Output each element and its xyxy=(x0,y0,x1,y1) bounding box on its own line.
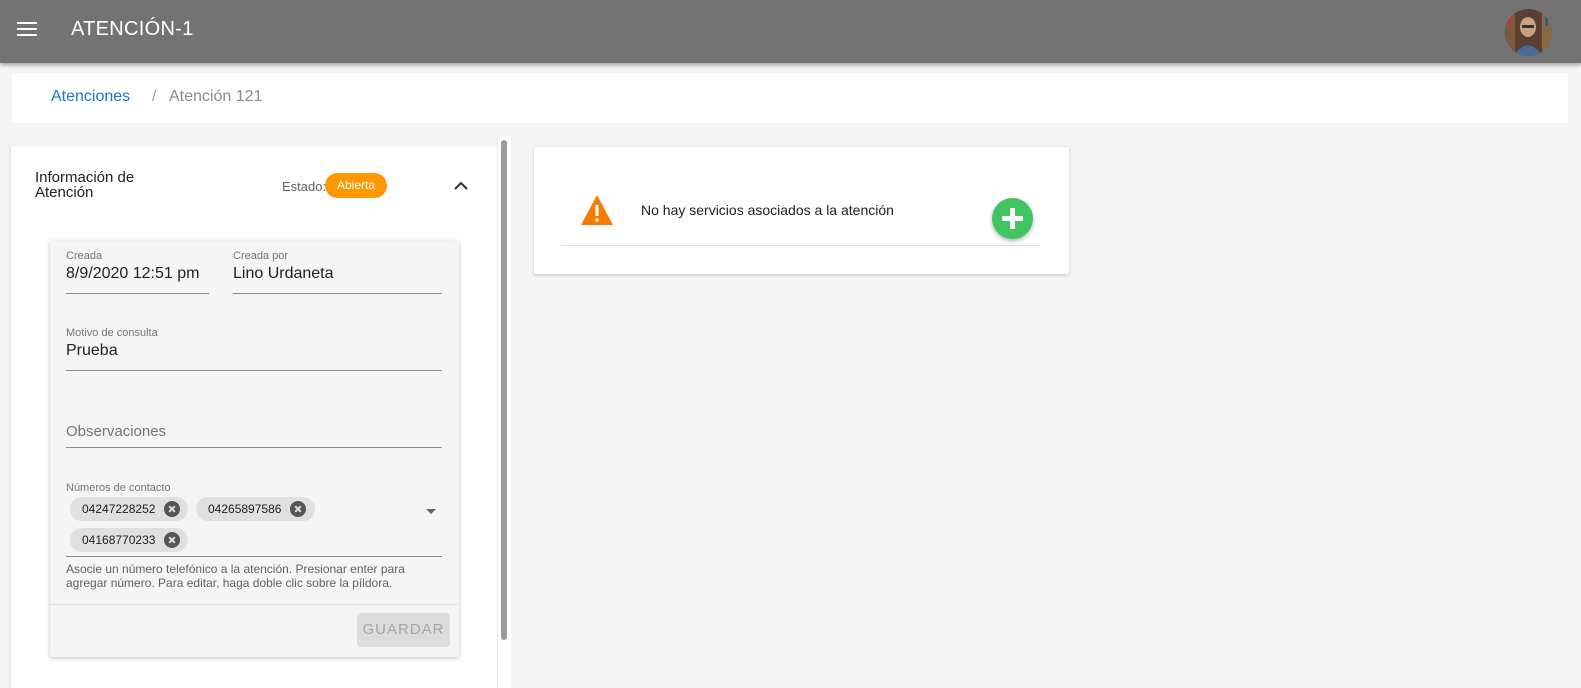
form-divider xyxy=(50,604,459,605)
user-avatar[interactable] xyxy=(1505,9,1552,56)
observations-underline xyxy=(66,447,442,448)
phone-chip[interactable]: 04168770233 xyxy=(70,528,188,552)
phone-chip[interactable]: 04247228252 xyxy=(70,497,188,521)
remove-chip-icon[interactable] xyxy=(290,501,306,517)
services-divider xyxy=(561,245,1040,246)
contact-numbers-hint: Asocie un número telefónico a la atenció… xyxy=(66,562,405,590)
status-badge: Abierta xyxy=(325,173,388,198)
app-title: ATENCIÓN-1 xyxy=(71,18,194,40)
warning-icon xyxy=(581,195,613,225)
status-label: Estado: xyxy=(282,179,327,194)
breadcrumb-link-atenciones[interactable]: Atenciones xyxy=(51,88,130,106)
dropdown-arrow-icon[interactable] xyxy=(426,509,436,514)
menu-icon[interactable] xyxy=(17,22,37,38)
phone-chip-label: 04168770233 xyxy=(82,533,156,547)
contact-numbers-underline xyxy=(66,556,442,557)
observations-field[interactable] xyxy=(66,420,442,442)
save-button[interactable]: GUARDAR xyxy=(357,613,450,647)
reason-field[interactable]: Prueba xyxy=(66,342,118,360)
breadcrumb-current: Atención 121 xyxy=(169,88,263,105)
phone-chip-label: 04247228252 xyxy=(82,502,156,516)
created-by-underline xyxy=(233,293,442,294)
add-service-button[interactable] xyxy=(992,198,1033,239)
created-by-value: Lino Urdaneta xyxy=(233,265,334,282)
no-services-message: No hay servicios asociados a la atención xyxy=(641,202,894,218)
chevron-up-icon[interactable] xyxy=(453,179,469,191)
reason-label: Motivo de consulta xyxy=(66,327,158,339)
attention-form: Creada 8/9/2020 12:51 pm Creada por Lino… xyxy=(50,241,459,657)
app-bar: ATENCIÓN-1 xyxy=(0,0,1581,63)
created-label: Creada xyxy=(66,250,103,262)
contact-numbers-label: Números de contacto xyxy=(66,482,171,494)
created-value: 8/9/2020 12:51 pm xyxy=(66,265,200,282)
phone-chip-label: 04265897586 xyxy=(208,502,282,516)
attention-info-panel: Información de Atención Estado: Abierta … xyxy=(11,146,497,688)
scrollbar-thumb[interactable] xyxy=(501,140,507,640)
phone-chip[interactable]: 04265897586 xyxy=(196,497,315,521)
remove-chip-icon[interactable] xyxy=(164,532,180,548)
reason-underline xyxy=(66,370,442,371)
remove-chip-icon[interactable] xyxy=(164,501,180,517)
created-by-label: Creada por xyxy=(233,250,289,262)
breadcrumb-separator: / xyxy=(152,88,157,105)
created-underline xyxy=(66,293,209,294)
services-card: No hay servicios asociados a la atención xyxy=(534,147,1069,274)
panel-title: Información de Atención xyxy=(35,169,135,201)
breadcrumb: Atenciones / Atención 121 xyxy=(12,73,1568,123)
